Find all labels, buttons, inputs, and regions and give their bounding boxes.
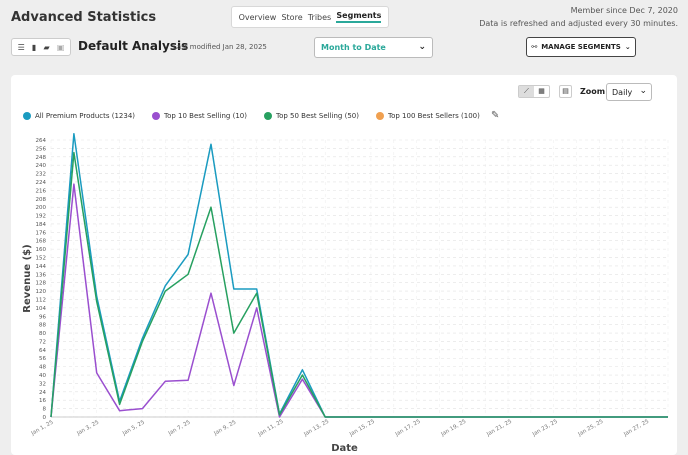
y-tick-label: 240 <box>36 163 47 169</box>
y-tick-label: 264 <box>36 138 47 144</box>
x-tick-label: Jan 15, 25 <box>348 418 376 438</box>
y-tick-label: 32 <box>39 381 46 387</box>
x-tick-label: Jan 27, 25 <box>622 418 650 438</box>
y-axis-title: Revenue ($) <box>22 244 33 312</box>
y-tick-label: 72 <box>39 339 46 345</box>
x-tick-label: Jan 25, 25 <box>577 418 605 438</box>
y-tick-label: 176 <box>36 230 47 236</box>
series-line <box>50 132 668 418</box>
y-tick-label: 0 <box>43 415 47 421</box>
x-tick-label: Jan 11, 25 <box>257 418 285 438</box>
y-tick-label: 120 <box>36 289 47 295</box>
x-tick-label: Jan 5, 25 <box>121 419 146 437</box>
y-tick-label: 160 <box>36 247 47 253</box>
y-tick-label: 224 <box>36 180 47 186</box>
x-tick-label: Jan 13, 25 <box>302 418 330 438</box>
x-axis-title: Date <box>331 443 358 454</box>
y-tick-label: 88 <box>39 323 46 329</box>
y-tick-label: 184 <box>36 222 47 228</box>
y-tick-label: 80 <box>39 331 46 337</box>
y-tick-label: 256 <box>36 146 47 152</box>
y-tick-label: 152 <box>36 256 47 262</box>
x-tick-label: Jan 21, 25 <box>485 418 513 438</box>
y-tick-label: 48 <box>39 365 46 371</box>
y-tick-label: 200 <box>36 205 47 211</box>
x-tick-label: Jan 1, 25 <box>30 419 55 437</box>
y-tick-label: 248 <box>36 155 47 161</box>
x-tick-label: Jan 7, 25 <box>167 419 192 437</box>
y-tick-label: 208 <box>36 197 47 203</box>
x-tick-label: Jan 19, 25 <box>439 418 467 438</box>
y-tick-label: 136 <box>36 272 47 278</box>
series-line <box>50 183 668 418</box>
y-tick-label: 40 <box>39 373 46 379</box>
x-tick-label: Jan 3, 25 <box>75 419 100 437</box>
y-tick-label: 128 <box>36 281 47 287</box>
y-tick-label: 192 <box>36 214 47 220</box>
x-tick-label: Jan 9, 25 <box>212 419 237 437</box>
y-tick-label: 64 <box>39 348 46 354</box>
y-tick-label: 216 <box>36 188 47 194</box>
y-tick-label: 96 <box>39 314 46 320</box>
y-tick-label: 56 <box>39 356 46 362</box>
y-tick-label: 232 <box>36 172 47 178</box>
y-tick-label: 168 <box>36 239 47 245</box>
x-tick-label: Jan 23, 25 <box>531 418 559 438</box>
y-tick-label: 16 <box>39 398 46 404</box>
y-tick-label: 144 <box>36 264 47 270</box>
y-tick-label: 104 <box>36 306 47 312</box>
x-tick-label: Jan 17, 25 <box>394 418 422 438</box>
y-tick-label: 112 <box>36 297 47 303</box>
y-tick-label: 24 <box>39 390 46 396</box>
series-line <box>50 151 668 418</box>
y-tick-label: 8 <box>43 407 47 413</box>
revenue-chart: 0 8 16 24 32 40 48 56 64 72 80 88 96 104 112 120 128 136 1… <box>22 132 669 454</box>
